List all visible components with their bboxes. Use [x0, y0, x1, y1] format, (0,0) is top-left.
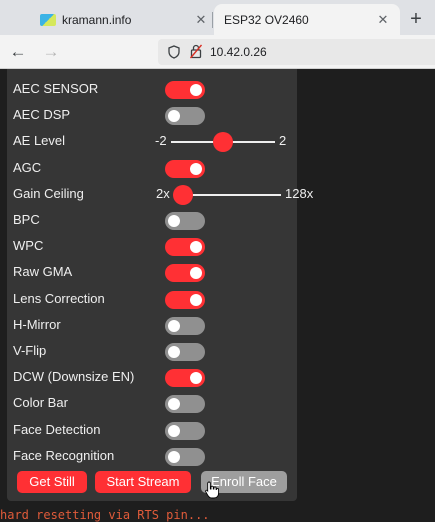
toggle-knob — [190, 372, 202, 385]
control-label: DCW (Downsize EN) — [13, 369, 135, 385]
toggle-knob — [168, 215, 180, 227]
control-row: AE Level -2 2 — [7, 129, 297, 155]
toggle-knob — [190, 241, 202, 254]
toggle-switch[interactable] — [165, 238, 205, 257]
control-label: AEC DSP — [13, 107, 71, 123]
control-row: Gain Ceiling 2x 128x — [7, 182, 313, 208]
control-label: Raw GMA — [13, 264, 73, 280]
site-favicon-icon — [40, 13, 56, 26]
control-row: V-Flip — [7, 339, 297, 365]
control-row: AEC DSP — [7, 103, 297, 129]
control-label: V-Flip — [13, 343, 47, 358]
toggle-switch[interactable] — [165, 264, 205, 283]
tab-title: ESP32 OV2460 — [224, 12, 309, 27]
toggle-switch[interactable] — [165, 421, 205, 440]
get-still-button[interactable]: Get Still — [17, 471, 87, 493]
slider-min-label: 2x — [156, 185, 170, 201]
control-row: Face Recognition — [7, 444, 297, 470]
control-row: Face Detection — [7, 418, 297, 444]
toggle-knob — [168, 398, 180, 411]
control-label: Gain Ceiling — [13, 185, 84, 201]
browser-tab-strip: kramann.info ✕ ESP32 OV2460 ✕ + — [0, 0, 435, 35]
close-icon[interactable]: ✕ — [372, 12, 394, 28]
toggle-switch[interactable] — [165, 369, 205, 388]
toggle-switch[interactable] — [165, 107, 205, 126]
toggle-knob — [190, 267, 202, 280]
toggle-switch[interactable] — [165, 81, 205, 99]
page-content: Get Still Start Stream Enroll Face AEC S… — [0, 69, 435, 522]
control-row: Lens Correction — [7, 287, 297, 313]
navigation-bar: ← → 10.42.0.26 — [0, 35, 435, 69]
control-label: BPC — [13, 212, 40, 227]
toggle-knob — [168, 346, 180, 358]
control-row: Raw GMA — [7, 260, 297, 286]
toggle-knob — [168, 450, 180, 463]
toggle-switch[interactable] — [165, 159, 205, 178]
shield-icon — [168, 45, 180, 59]
slider-max-label: 128x — [285, 185, 314, 201]
toggle-knob — [168, 319, 180, 332]
hand-cursor-icon — [205, 481, 219, 499]
toggle-knob — [190, 162, 202, 175]
control-label: AE Level — [13, 133, 66, 149]
new-tab-button[interactable]: + — [403, 6, 429, 32]
control-row: BPC — [7, 208, 297, 234]
tab-title: kramann.info — [62, 12, 132, 27]
toggle-knob — [168, 110, 180, 123]
control-label: AGC — [13, 159, 42, 175]
control-row: AEC SENSOR — [7, 77, 297, 103]
slider-max-label: 2 — [279, 133, 287, 149]
tab-kramann[interactable]: kramann.info ✕ — [30, 4, 218, 35]
toggle-switch[interactable] — [165, 316, 205, 335]
slider-min-label: -2 — [155, 133, 167, 149]
close-icon[interactable]: ✕ — [190, 12, 212, 28]
control-row: H-Mirror — [7, 313, 297, 339]
toggle-knob — [190, 293, 202, 306]
control-label: Face Recognition — [13, 447, 115, 463]
tab-separator — [212, 12, 213, 28]
insecure-lock-icon — [190, 44, 202, 59]
control-row: AGC — [7, 156, 297, 182]
address-bar[interactable]: 10.42.0.26 — [158, 39, 435, 65]
camera-settings-panel: Get Still Start Stream Enroll Face AEC S… — [7, 69, 313, 501]
control-label: Lens Correction — [13, 290, 105, 306]
toggle-switch[interactable] — [165, 447, 205, 466]
toggle-knob — [190, 84, 202, 96]
control-row: Color Bar — [7, 391, 297, 417]
forward-arrow-icon[interactable]: → — [39, 40, 63, 64]
toggle-switch[interactable] — [165, 212, 205, 230]
control-row: WPC — [7, 234, 297, 260]
control-label: WPC — [13, 238, 44, 254]
control-label: AEC SENSOR — [13, 81, 99, 96]
back-arrow-icon[interactable]: ← — [6, 40, 30, 64]
control-label: H-Mirror — [13, 316, 61, 332]
control-row: DCW (Downsize EN) — [7, 365, 297, 391]
slider-thumb[interactable] — [213, 132, 233, 153]
control-label: Face Detection — [13, 421, 101, 437]
slider-thumb[interactable] — [173, 184, 193, 205]
url-text: 10.42.0.26 — [210, 45, 267, 59]
toggle-switch[interactable] — [165, 395, 205, 414]
control-label: Color Bar — [13, 395, 68, 411]
toggle-knob — [168, 424, 180, 437]
serial-console-text: hard resetting via RTS pin... — [0, 509, 210, 522]
start-stream-button[interactable]: Start Stream — [95, 471, 191, 493]
toggle-switch[interactable] — [165, 343, 205, 361]
tab-esp32[interactable]: ESP32 OV2460 ✕ — [214, 4, 400, 35]
toggle-switch[interactable] — [165, 290, 205, 309]
